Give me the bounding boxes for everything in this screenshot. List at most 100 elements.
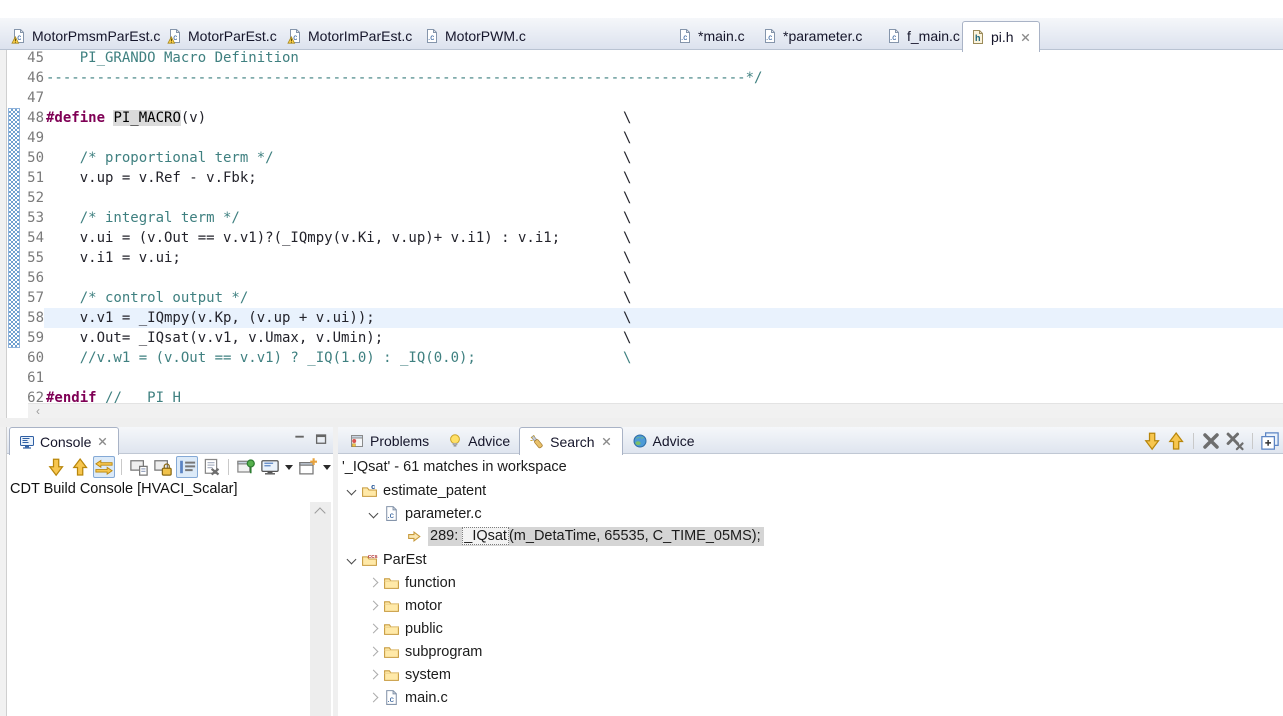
code-line-49[interactable]: 49 \ [7,128,1283,148]
editor-tab-motorpmsmparest-c[interactable]: .c MotorPmsmParEst.c [4,22,167,49]
tree-row-system[interactable]: system [338,663,1283,686]
expand-all-icon[interactable] [1259,430,1281,452]
console-tab[interactable]: Console [9,427,120,455]
code-line-47[interactable]: 47 [7,88,1283,108]
chevron-down-icon[interactable] [345,553,358,566]
chevron-right-icon[interactable] [367,668,380,681]
c-file-icon: .c [424,28,440,44]
code-text: PI_GRANDO Macro Definition [46,48,299,68]
tree-row-function[interactable]: function [338,571,1283,594]
editor-horizontal-scrollbar[interactable]: ‹ [28,403,1283,418]
next-match-icon[interactable] [1141,430,1163,452]
panel-tab-problems-0[interactable]: Problems [340,427,438,454]
code-line-57[interactable]: 57 /* control output */\ [7,288,1283,308]
dropdown-icon[interactable] [285,464,293,470]
close-icon[interactable] [96,435,109,448]
editor-tab-main-c[interactable]: .c *main.c [670,22,752,49]
problems-icon [349,433,365,449]
chevron-right-icon[interactable] [367,599,380,612]
close-icon[interactable] [1019,31,1032,44]
c-file-icon: .c [886,28,902,44]
dropdown-icon[interactable] [323,464,331,470]
chevron-right-icon[interactable] [367,576,380,589]
pin-console-icon[interactable] [235,456,257,478]
code-line-52[interactable]: 52 \ [7,188,1283,208]
editor-tab-pi-h[interactable]: h pi.h [962,21,1040,52]
maximize-icon[interactable] [314,432,329,447]
code-line-46[interactable]: 46 --------------------------------------… [7,68,1283,88]
display-console-icon[interactable] [259,456,281,478]
code-line-51[interactable]: 51 v.up = v.Ref - v.Fbk; \ [7,168,1283,188]
editor-tab-label: pi.h [991,29,1014,45]
line-number[interactable]: 45 [7,48,44,68]
search-toolbar [1141,430,1281,452]
panel-tab-advice-3[interactable]: Advice [623,427,704,454]
code-lines[interactable]: 45 PI_GRANDO Macro Definition 46 ---------… [7,48,1283,408]
line-continuation: \ [623,110,632,126]
line-number[interactable]: 47 [7,88,44,108]
console-view: Console CDT Build Console [HVACI_Scalar] [7,427,333,716]
code-line-54[interactable]: 54 v.ui = (v.Out == v.v1)?(_IQmpy(v.Ki, … [7,228,1283,248]
line-number[interactable]: 60 [7,348,44,368]
tree-row-subprogram[interactable]: subprogram [338,640,1283,663]
close-icon[interactable] [600,435,613,448]
up-arrow-icon[interactable] [69,456,91,478]
folder-icon [383,597,400,614]
show-stderr-icon[interactable] [152,456,174,478]
chevron-right-icon[interactable] [367,645,380,658]
c-file-warning-icon: .c [287,28,303,44]
match-term: _IQsat [462,527,509,545]
prev-match-icon[interactable] [1165,430,1187,452]
console-vertical-scrollbar[interactable] [310,502,331,716]
chevron-down-icon[interactable] [345,484,358,497]
code-line-60[interactable]: 60 //v.w1 = (v.Out == v.v1) ? _IQ(1.0) :… [7,348,1283,368]
remove-match-icon[interactable] [1200,430,1222,452]
scroll-up-arrow-icon[interactable] [314,507,326,519]
chevron-down-icon[interactable] [367,507,380,520]
code-line-55[interactable]: 55 v.i1 = v.ui; \ [7,248,1283,268]
code-line-53[interactable]: 53 /* integral term */\ [7,208,1283,228]
tree-row-estimate-patent[interactable]: c estimate_patent [338,479,1283,502]
editor-tab-motorpwm-c[interactable]: .c MotorPWM.c [417,22,533,49]
code-segment: PI_MACRO [113,110,181,126]
code-line-48[interactable]: 48 #define PI_MACRO(v) \ [7,108,1283,128]
open-console-icon[interactable] [297,456,319,478]
line-number[interactable]: 46 [7,68,44,88]
code-text: #define PI_MACRO(v) [46,108,206,128]
code-line-45[interactable]: 45 PI_GRANDO Macro Definition [7,48,1283,68]
clear-console-icon[interactable] [200,456,222,478]
svg-text:.c: .c [387,694,394,704]
code-line-58[interactable]: 58 v.v1 = _IQmpy(v.Kp, (v.up + v.ui)); \ [7,308,1283,328]
tree-row-parameter-c[interactable]: .c parameter.c [338,502,1283,525]
scroll-left-arrow-icon[interactable]: ‹ [36,404,40,418]
tree-row-public[interactable]: public [338,617,1283,640]
scroll-lock-icon[interactable] [176,456,198,478]
down-arrow-icon[interactable] [45,456,67,478]
minimize-icon[interactable] [293,432,308,447]
show-stdout-icon[interactable] [128,456,150,478]
tree-row-parest[interactable]: ccs ParEst [338,548,1283,571]
code-line-61[interactable]: 61 [7,368,1283,388]
swap-console-icon[interactable] [93,456,115,478]
panel-tab-search-2[interactable]: Search [519,427,623,455]
editor-tab-parameter-c[interactable]: .c *parameter.c [755,22,869,49]
remove-all-matches-icon[interactable] [1224,430,1246,452]
tree-row-match[interactable]: 289: _IQsat (m_DetaTime, 65535, C_TIME_05… [338,525,1283,548]
window-top-strip [0,0,1283,18]
code-text: v.Out= _IQsat(v.v1, v.Umax, v.Umin); [46,328,383,348]
chevron-right-icon[interactable] [367,691,380,704]
editor-tab-motorparest-c[interactable]: .c MotorParEst.c [160,22,284,49]
code-line-56[interactable]: 56 \ [7,268,1283,288]
line-number[interactable]: 61 [7,368,44,388]
tree-row-motor[interactable]: motor [338,594,1283,617]
code-line-50[interactable]: 50 /* proportional term */\ [7,148,1283,168]
search-icon [529,434,545,450]
editor-tab-label: MotorImParEst.c [308,27,413,44]
editor-tab-f-main-c[interactable]: .c f_main.c [879,22,967,49]
chevron-right-icon[interactable] [367,622,380,635]
code-line-59[interactable]: 59 v.Out= _IQsat(v.v1, v.Umax, v.Umin); \ [7,328,1283,348]
tree-row-main-c[interactable]: .c main.c [338,686,1283,709]
editor-tab-motorimparest-c[interactable]: .c MotorImParEst.c [280,22,419,49]
panel-tab-advice-1[interactable]: Advice [438,427,519,454]
code-segment: /* control output */ [46,290,249,306]
